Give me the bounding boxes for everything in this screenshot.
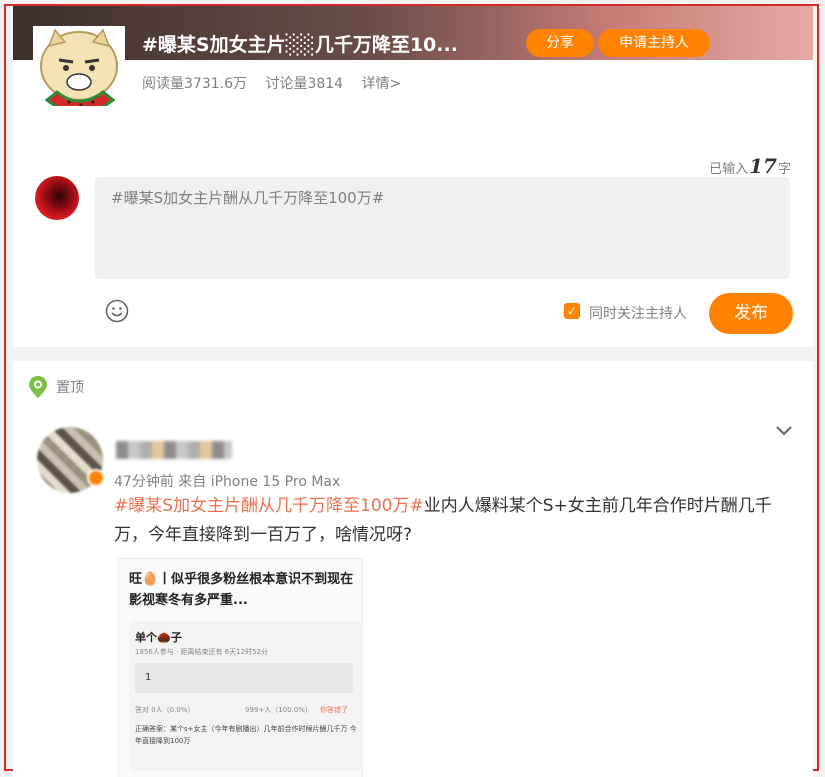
read-count: 阅读量3731.6万 [142, 76, 247, 92]
publish-button[interactable]: 发布 [709, 293, 793, 334]
user-avatar[interactable] [35, 176, 79, 220]
char-counter-suffix: 字 [777, 162, 791, 177]
post-body: #曝某S加女主片酬从几千万降至100万#业内人爆料某个S+女主前几年合作时片酬几… [114, 492, 784, 550]
post-author-avatar[interactable] [37, 427, 105, 493]
char-counter: 已输入17字 [709, 154, 791, 178]
image-poll-answer: 正确答案：某个s+女主（今年有剧播出）几年前合作时候片酬几千万 今年直接降到10… [135, 725, 357, 745]
chevron-down-icon[interactable] [775, 425, 793, 437]
pinned-label: 置顶 [56, 380, 84, 396]
follow-host-checkbox[interactable]: ✓ [564, 303, 580, 319]
topic-title[interactable]: #曝某S加女主片░░几千万降至10... [142, 30, 514, 57]
post-meta: 47分钟前 来自 iPhone 15 Pro Max [114, 474, 341, 490]
post-composer: 已输入17字 #曝某S加女主片酬从几千万降至100万# ✓ 同时关注主持人 发布 [13, 106, 813, 347]
details-link[interactable]: 详情> [362, 76, 402, 92]
verified-badge-icon [87, 469, 105, 487]
post-textarea[interactable]: #曝某S加女主片酬从几千万降至100万# [95, 177, 790, 279]
discussion-count: 讨论量3814 [265, 76, 344, 92]
post-image[interactable]: 旺🥚丨似乎很多粉丝根本意识不到现在影视寒冬有多严重... 单个🌰子 1856人参… [118, 558, 363, 777]
feed: 置顶 47分钟前 来自 iPhone 15 Pro Max #曝某S加女主片酬从… [13, 361, 813, 777]
topic-stats: 阅读量3731.6万 讨论量3814 详情> [142, 73, 415, 93]
follow-host-label[interactable]: 同时关注主持人 [589, 303, 687, 323]
image-poll-result-mid: 999+人（100.0%） [245, 706, 312, 714]
apply-host-button[interactable]: 申请主持人 [598, 29, 710, 57]
topic-avatar-meme [33, 26, 125, 118]
post-hashtag[interactable]: #曝某S加女主片酬从几千万降至100万# [114, 496, 424, 516]
image-headline: 旺🥚丨似乎很多粉丝根本意识不到现在影视寒冬有多严重... [129, 572, 354, 608]
image-poll-card: 单个🌰子 1856人参与 · 距离结束还有 6天12时52分 1 答对 0人（0… [129, 621, 361, 771]
pin-icon [29, 376, 47, 398]
post-author-name-blurred[interactable] [116, 441, 232, 459]
image-poll-result-left: 答对 0人（0.0%） [135, 706, 195, 714]
char-counter-prefix: 已输入 [709, 162, 749, 177]
image-poll-question: 单个🌰子 [135, 631, 182, 644]
image-poll-participants: 1856人参与 · 距离结束还有 6天12时52分 [135, 648, 268, 656]
emoji-icon[interactable] [105, 299, 129, 323]
share-button[interactable]: 分享 [526, 29, 594, 57]
char-counter-value: 17 [749, 154, 777, 178]
image-poll-result-right: 你答错了 [320, 706, 348, 714]
image-poll-option: 1 [135, 663, 353, 693]
